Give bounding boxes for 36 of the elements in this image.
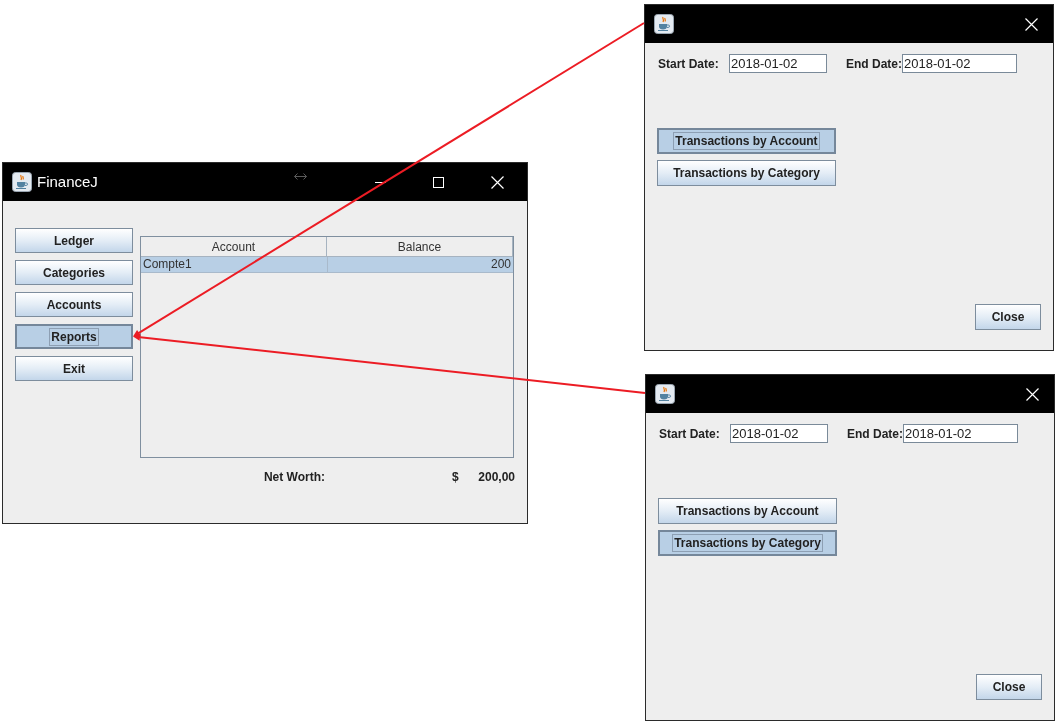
nav-button[interactable]: Categories — [15, 260, 133, 285]
close-dialog-button[interactable]: Close — [976, 674, 1042, 700]
net-worth-label: Net Worth: — [262, 469, 325, 486]
table-row[interactable]: Compte1 200 — [141, 257, 513, 273]
close-icon — [490, 175, 504, 189]
coffee-cup-icon — [655, 384, 675, 404]
window-title: FinanceJ — [37, 173, 98, 191]
close-icon — [1024, 17, 1038, 31]
maximize-icon — [432, 176, 444, 188]
close-icon — [1025, 387, 1039, 401]
column-header: Account — [141, 237, 327, 256]
report-button[interactable]: Transactions by Account — [657, 128, 836, 154]
end-date-label: End Date: — [846, 55, 902, 73]
nav-button[interactable]: Exit — [15, 356, 133, 381]
close-dialog-button[interactable]: Close — [975, 304, 1041, 330]
end-date-field[interactable]: 2018-01-02 — [903, 424, 1018, 443]
report-button[interactable]: Transactions by Category — [658, 530, 837, 556]
start-date-field[interactable]: 2018-01-02 — [729, 54, 827, 73]
report-button[interactable]: Transactions by Account — [658, 498, 837, 524]
nav-button[interactable]: Ledger — [15, 228, 133, 253]
end-date-field[interactable]: 2018-01-02 — [902, 54, 1017, 73]
currency-symbol: $ — [452, 469, 459, 486]
start-date-label: Start Date: — [657, 55, 720, 73]
nav-button[interactable]: Accounts — [15, 292, 133, 317]
column-header: Balance — [327, 237, 513, 256]
start-date-label: Start Date: — [658, 425, 721, 443]
resize-cursor-icon — [294, 173, 307, 180]
table-cell-text: 200 — [489, 257, 512, 272]
end-date-label: End Date: — [847, 425, 903, 443]
start-date-field[interactable]: 2018-01-02 — [730, 424, 828, 443]
table-cell: Compte1 — [141, 257, 328, 272]
nav-button[interactable]: Reports — [15, 324, 133, 349]
coffee-cup-icon — [654, 14, 674, 34]
coffee-cup-icon — [12, 172, 32, 192]
net-worth-amount: 200,00 — [478, 469, 515, 486]
report-button[interactable]: Transactions by Category — [657, 160, 836, 186]
